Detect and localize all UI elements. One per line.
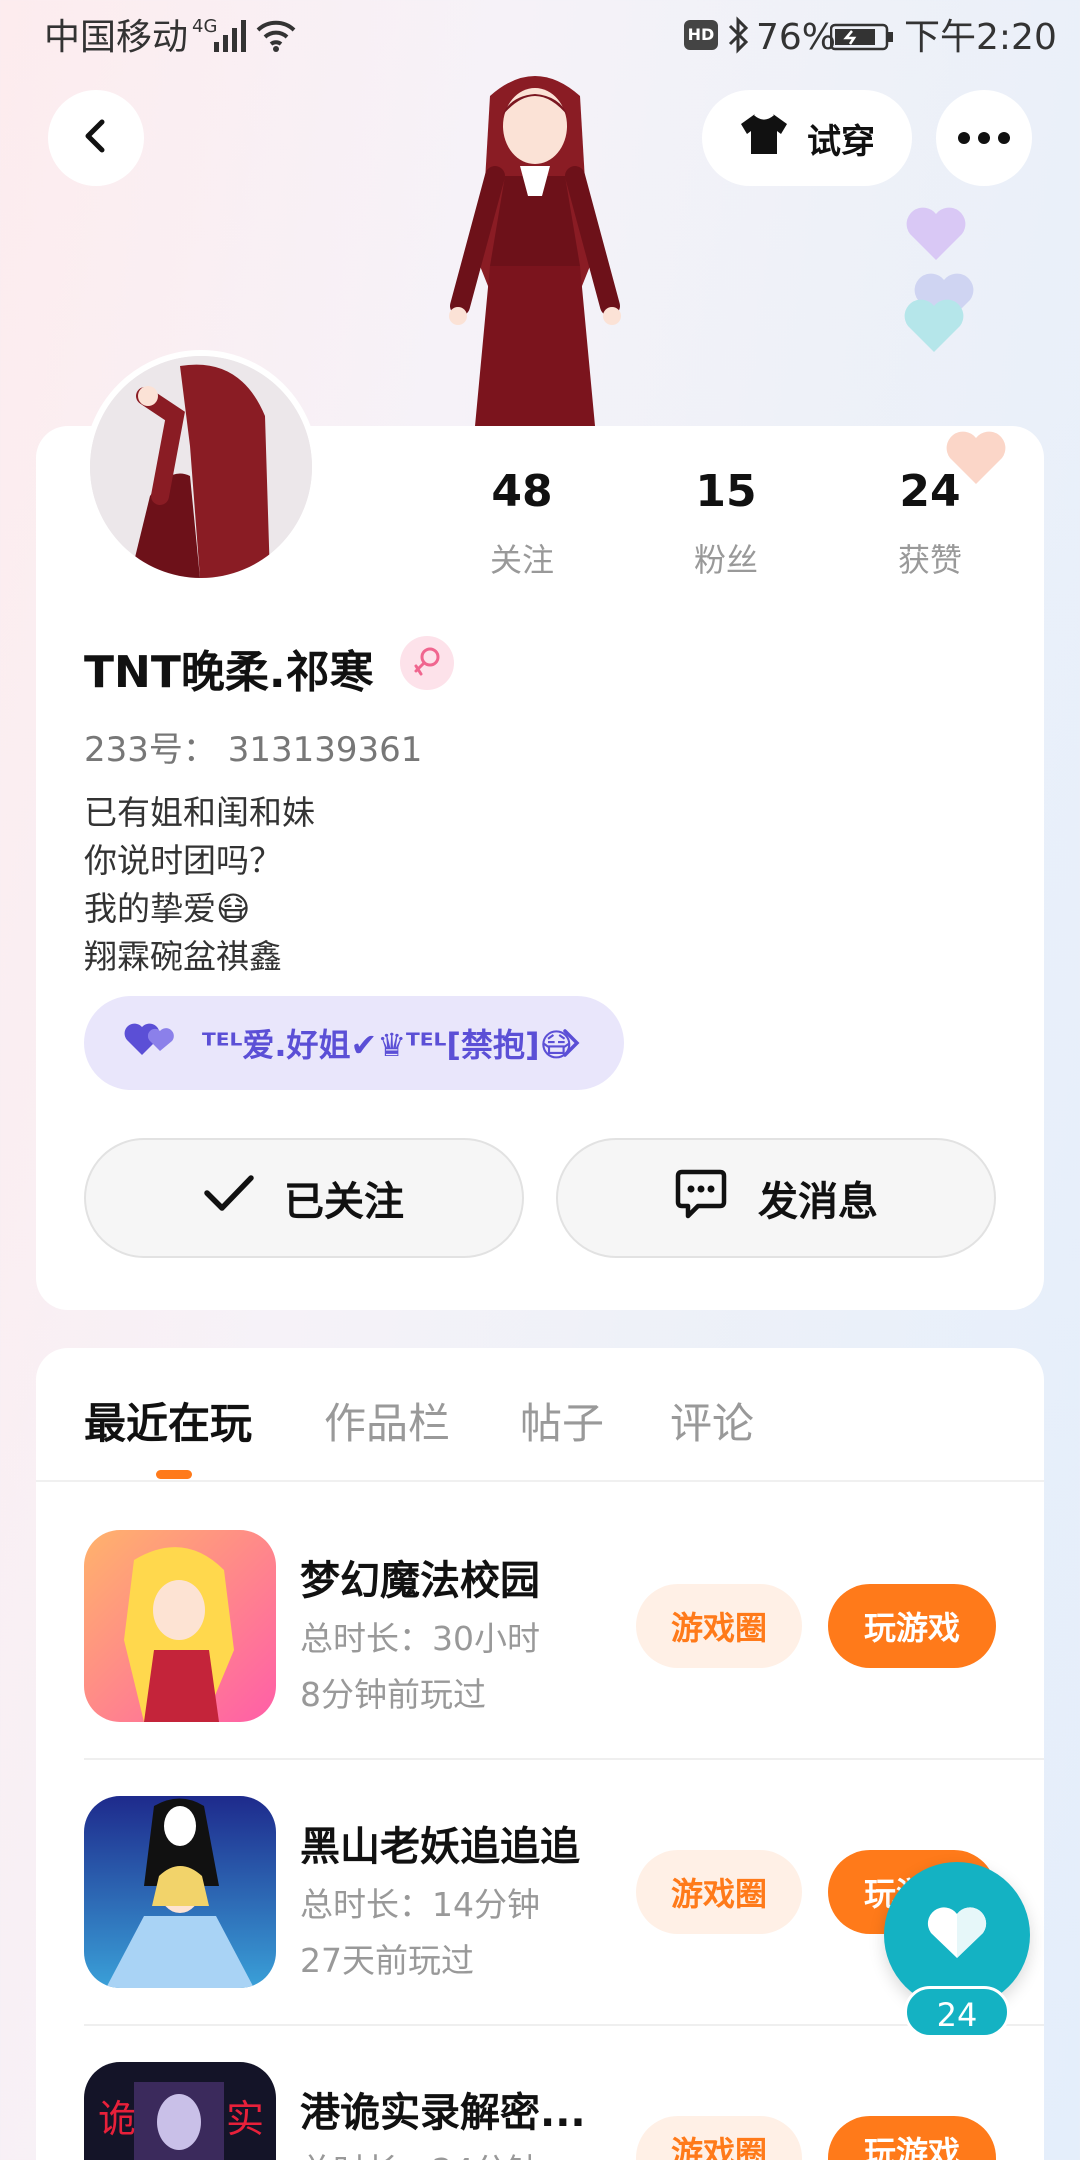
battery-percent: 76% xyxy=(756,17,837,58)
back-button[interactable] xyxy=(48,90,144,186)
following-button[interactable]: 已关注 xyxy=(84,1138,524,1258)
more-dots-icon xyxy=(958,129,1010,148)
check-icon xyxy=(204,1174,254,1222)
game-circle-button[interactable]: 游戏圈 xyxy=(636,1850,802,1934)
tab-comments[interactable]: 评论 xyxy=(670,1390,754,1451)
game-title[interactable]: 港诡实录解密... xyxy=(300,2080,586,2138)
game-last-played: 27天前玩过 xyxy=(300,1941,474,1980)
following-button-label: 已关注 xyxy=(284,1179,404,1225)
following-label: 关注 xyxy=(489,541,554,579)
tab-works[interactable]: 作品栏 xyxy=(324,1390,450,1451)
tab-indicator xyxy=(156,1470,192,1479)
stat-followers[interactable]: 15 粉丝 xyxy=(646,466,806,581)
svg-text:诡: 诡 xyxy=(98,2097,136,2141)
svg-text:实: 实 xyxy=(226,2097,264,2141)
followers-count: 15 xyxy=(695,466,757,517)
bio-line: 翔霖碗盆祺鑫 xyxy=(84,937,282,976)
wifi-icon xyxy=(256,18,296,56)
send-message-label: 发消息 xyxy=(758,1179,878,1225)
double-heart-icon xyxy=(124,1021,176,1065)
signal-icon xyxy=(214,20,250,56)
try-on-button[interactable]: 试穿 xyxy=(702,90,912,186)
chevron-left-icon xyxy=(76,116,116,160)
tabs-divider xyxy=(36,1480,1044,1482)
likes-count: 24 xyxy=(899,466,961,517)
game-icon-magic-campus[interactable] xyxy=(84,1530,276,1722)
game-duration: 总时长：30小时 xyxy=(300,1619,540,1658)
stat-following[interactable]: 48 关注 xyxy=(442,466,602,581)
play-game-button[interactable]: 玩游戏 xyxy=(828,2116,996,2160)
bio-line: 我的挚爱😷 xyxy=(84,889,251,928)
chat-bubble-icon xyxy=(674,1166,728,1230)
username: TNT晚柔.祁寒 xyxy=(84,647,374,698)
bio-line: 已有姐和闺和妹 xyxy=(84,793,315,832)
play-game-button[interactable]: 玩游戏 xyxy=(828,1584,996,1668)
row-divider xyxy=(84,1758,1044,1760)
likes-label: 获赞 xyxy=(897,541,962,579)
game-title[interactable]: 梦幻魔法校园 xyxy=(300,1548,540,1606)
carrier-label: 中国移动 xyxy=(44,17,189,58)
character-figure xyxy=(420,66,650,426)
row-divider xyxy=(84,2024,1044,2026)
game-icon-black-mountain[interactable] xyxy=(84,1796,276,1988)
bluetooth-icon xyxy=(726,16,750,58)
game-circle-button[interactable]: 游戏圈 xyxy=(636,1584,802,1668)
chevron-right-icon xyxy=(562,1028,580,1066)
game-last-played: 8分钟前玩过 xyxy=(300,1675,486,1714)
bio-line: 你说时团吗？ xyxy=(84,841,282,880)
avatar[interactable] xyxy=(84,350,318,584)
clock: 下午2:20 xyxy=(904,17,1057,58)
battery-icon xyxy=(829,22,894,56)
game-circle-button[interactable]: 游戏圈 xyxy=(636,2116,802,2160)
try-on-label: 试穿 xyxy=(807,121,875,162)
shirt-icon xyxy=(739,112,789,165)
game-duration: 总时长：24分钟 xyxy=(300,2144,540,2160)
followers-label: 粉丝 xyxy=(693,541,758,579)
floating-heart-icon xyxy=(902,298,966,358)
game-title[interactable]: 黑山老妖追追追 xyxy=(300,1814,580,1872)
following-count: 48 xyxy=(491,466,553,517)
user-id: 233号： 313139361 xyxy=(84,730,423,770)
female-gender-icon xyxy=(400,636,454,690)
hd-badge: HD xyxy=(684,20,718,50)
stat-likes[interactable]: 24 获赞 xyxy=(850,466,1010,581)
game-duration: 总时长：14分钟 xyxy=(300,1885,540,1924)
status-bar: 中国移动 4G HD 76% 下午2:20 xyxy=(0,0,1080,72)
send-message-button[interactable]: 发消息 xyxy=(556,1138,996,1258)
like-count-badge: 24 xyxy=(904,1986,1010,2038)
game-icon-hk-horror[interactable]: 诡 实 xyxy=(84,2062,276,2160)
relationship-badge[interactable]: ᵀᴱᴸ爱.好姐✔♛ᵀᴱᴸ[禁抱]😷 xyxy=(84,996,624,1090)
tab-recently-played[interactable]: 最近在玩 xyxy=(84,1390,252,1451)
more-button[interactable] xyxy=(936,90,1032,186)
floating-heart-icon xyxy=(904,206,968,266)
relationship-badge-label: ᵀᴱᴸ爱.好姐✔♛ᵀᴱᴸ[禁抱]😷 xyxy=(202,1026,573,1064)
tab-posts[interactable]: 帖子 xyxy=(520,1390,604,1451)
heart-icon xyxy=(926,1906,988,1964)
